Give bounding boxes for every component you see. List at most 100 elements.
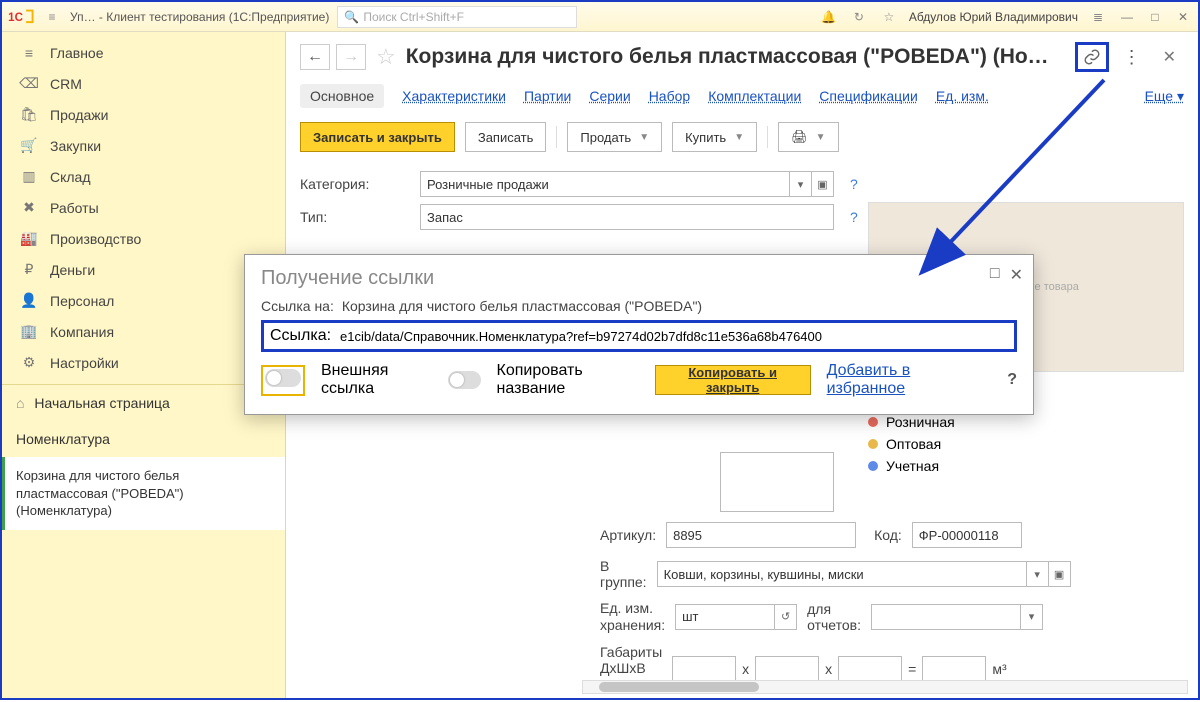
global-search-input[interactable]: 🔍 Поиск Ctrl+Shift+F — [337, 6, 577, 28]
nav-item-0[interactable]: ≡Главное — [2, 38, 285, 68]
open-button[interactable]: ▣ — [1049, 561, 1071, 587]
svg-text:1С: 1С — [8, 11, 23, 23]
home-link[interactable]: ⌂ Начальная страница — [2, 385, 285, 421]
dim-height-input[interactable] — [838, 656, 902, 682]
get-link-dialog: □ ✕ Получение ссылки Ссылка на: Корзина … — [244, 254, 1034, 415]
category-input[interactable] — [420, 171, 790, 197]
nav-icon: ✖ — [18, 199, 40, 216]
link-label: Ссылка: — [270, 327, 330, 345]
price-dot-icon — [868, 417, 878, 427]
nav-icon: 🛍 — [18, 106, 40, 123]
horizontal-scrollbar[interactable] — [582, 680, 1188, 694]
nav-item-7[interactable]: ₽Деньги — [2, 254, 285, 285]
open-button[interactable]: ▣ — [812, 171, 834, 197]
nav-item-5[interactable]: ✖Работы — [2, 192, 285, 223]
dim-length-input[interactable] — [672, 656, 736, 682]
print-icon: 🖨 — [791, 129, 808, 145]
nav-icon: ▥ — [18, 168, 40, 185]
dim-volume-input[interactable] — [922, 656, 986, 682]
print-button[interactable]: 🖨▼ — [778, 122, 838, 152]
type-label: Тип: — [300, 209, 410, 225]
tab-0[interactable]: Основное — [300, 84, 384, 108]
help-icon[interactable]: ? — [850, 176, 858, 192]
user-name[interactable]: Абдулов Юрий Владимирович — [909, 10, 1078, 24]
help-icon[interactable]: ? — [1007, 371, 1017, 389]
tab-3[interactable]: Серии — [589, 88, 630, 104]
type-input[interactable] — [420, 204, 834, 230]
price-item-2[interactable]: Учетная — [868, 455, 1184, 477]
dialog-close-button[interactable]: ✕ — [1010, 265, 1023, 285]
more-menu-icon[interactable]: ⋮ — [1115, 47, 1149, 68]
copy-name-toggle[interactable] — [448, 371, 480, 389]
page-title: Корзина для чистого белья пластмассовая … — [406, 45, 1063, 69]
bell-icon[interactable]: 🔔 — [819, 10, 839, 24]
back-button[interactable]: ← — [300, 44, 330, 70]
link-field-highlight: Ссылка: e1cib/data/Справочник.Номенклату… — [261, 320, 1017, 352]
nav-icon: 🛒 — [18, 137, 40, 154]
close-button[interactable]: ✕ — [1174, 10, 1192, 24]
tab-6[interactable]: Спецификации — [819, 88, 918, 104]
nav-item-8[interactable]: 👤Персонал — [2, 285, 285, 316]
history-button[interactable]: ↺ — [775, 604, 797, 630]
panel-icon[interactable]: ≣ — [1088, 10, 1108, 24]
current-item-link[interactable]: Корзина для чистого белья пластмассовая … — [2, 457, 285, 530]
buy-button[interactable]: Купить▼ — [672, 122, 757, 152]
group-input[interactable] — [657, 561, 1027, 587]
nav-icon: ₽ — [18, 261, 40, 278]
copy-name-label: Копировать название — [497, 362, 639, 398]
group-label: В группе: — [600, 558, 647, 590]
nav-icon: 🏭 — [18, 230, 40, 247]
reports-uom-input[interactable] — [871, 604, 1021, 630]
history-icon[interactable]: ↻ — [849, 10, 869, 24]
dim-width-input[interactable] — [755, 656, 819, 682]
help-icon[interactable]: ? — [850, 209, 858, 225]
nav-icon: 👤 — [18, 292, 40, 309]
nav-item-2[interactable]: 🛍Продажи — [2, 99, 285, 130]
uom-input[interactable] — [675, 604, 775, 630]
more-tabs-link[interactable]: Еще ▾ — [1145, 88, 1184, 105]
add-favorite-link[interactable]: Добавить в избранное — [827, 362, 976, 398]
dropdown-button[interactable]: ▾ — [1021, 604, 1043, 630]
code-input[interactable] — [912, 522, 1022, 548]
uom-label: Ед. изм. хранения: — [600, 600, 665, 634]
tab-2[interactable]: Партии — [524, 88, 571, 104]
sell-button[interactable]: Продать▼ — [567, 122, 662, 152]
titlebar: 1С ≡ Уп… - Клиент тестирования (1С:Предп… — [2, 2, 1198, 32]
forward-button[interactable]: → — [336, 44, 366, 70]
dropdown-button[interactable]: ▾ — [1027, 561, 1049, 587]
code-label: Код: — [874, 527, 902, 543]
star-icon[interactable]: ☆ — [879, 10, 899, 24]
dropdown-button[interactable]: ▾ — [790, 171, 812, 197]
article-input[interactable] — [666, 522, 856, 548]
link-value[interactable]: e1cib/data/Справочник.Номенклатура?ref=b… — [340, 329, 1008, 344]
tab-4[interactable]: Набор — [649, 88, 691, 104]
maximize-button[interactable]: □ — [1146, 10, 1164, 24]
nav-item-4[interactable]: ▥Склад — [2, 161, 285, 192]
link-icon — [1083, 48, 1101, 66]
menu-icon[interactable]: ≡ — [42, 10, 62, 24]
nav-icon: ⚙ — [18, 354, 40, 371]
ref-value: Корзина для чистого белья пластмассовая … — [342, 298, 702, 314]
dialog-maximize-button[interactable]: □ — [990, 265, 1000, 285]
save-close-button[interactable]: Записать и закрыть — [300, 122, 455, 152]
external-link-toggle[interactable] — [265, 369, 301, 387]
nomenclature-link[interactable]: Номенклатура — [2, 421, 285, 457]
article-label: Артикул: — [600, 527, 656, 543]
tab-7[interactable]: Ед. изм. — [936, 88, 989, 104]
nav-item-6[interactable]: 🏭Производство — [2, 223, 285, 254]
description-textarea[interactable] — [720, 452, 834, 512]
price-dot-icon — [868, 461, 878, 471]
nav-item-10[interactable]: ⚙Настройки — [2, 347, 285, 378]
tab-5[interactable]: Комплектации — [708, 88, 801, 104]
close-tab-button[interactable]: ✕ — [1155, 47, 1184, 67]
nav-item-9[interactable]: 🏢Компания — [2, 316, 285, 347]
get-link-button[interactable] — [1075, 42, 1109, 72]
tab-1[interactable]: Характеристики — [402, 88, 506, 104]
nav-item-3[interactable]: 🛒Закупки — [2, 130, 285, 161]
minimize-button[interactable]: — — [1118, 10, 1136, 24]
nav-item-1[interactable]: ⌫CRM — [2, 68, 285, 99]
copy-close-button[interactable]: Копировать и закрыть — [655, 365, 811, 395]
save-button[interactable]: Записать — [465, 122, 547, 152]
price-item-1[interactable]: Оптовая — [868, 433, 1184, 455]
favorite-star-icon[interactable]: ☆ — [376, 44, 396, 70]
